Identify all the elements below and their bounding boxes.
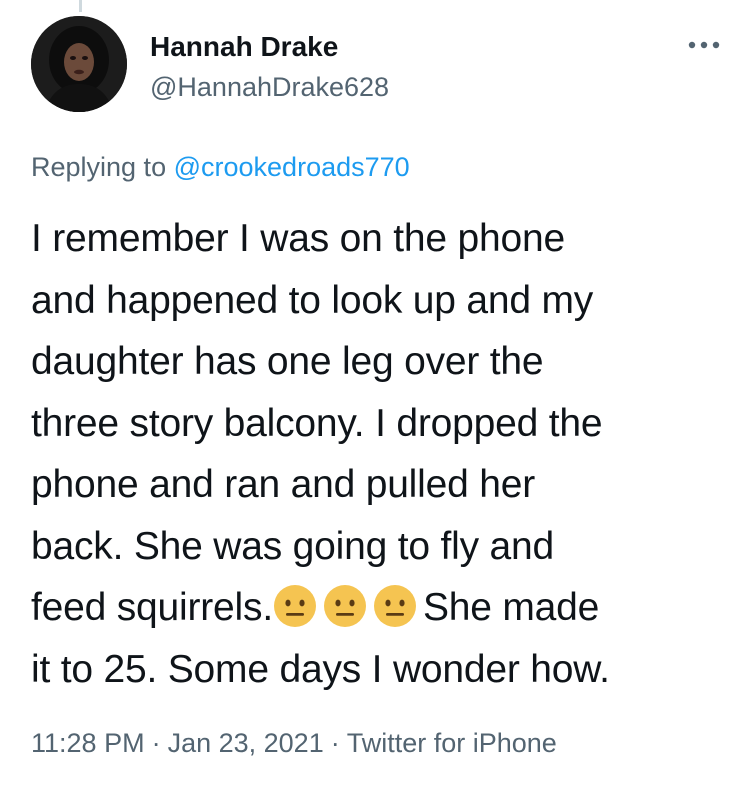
tweet-line: phone and ran and pulled her [31, 463, 535, 506]
author-handle[interactable]: @HannahDrake628 [150, 70, 389, 104]
tweet-line: three story balcony. I dropped the [31, 401, 603, 445]
replying-to-label: Replying to [31, 152, 167, 182]
profile-photo-icon [31, 16, 127, 112]
replying-to: Replying to @crookedroads770 [31, 150, 410, 184]
author-avatar[interactable] [31, 16, 127, 112]
tweet-line: and happened to look up and my [31, 278, 594, 322]
tweet-line-part: feed squirrels. [31, 586, 273, 629]
tweet-line-with-emoji: feed squirrels. She made [31, 577, 731, 639]
tweet-date[interactable]: Jan 23, 2021 [168, 728, 324, 758]
thread-connector-line [79, 0, 82, 12]
tweet-line: it to 25. Some days I wonder how. [31, 647, 610, 691]
tweet-line: daughter has one leg over the [31, 340, 544, 383]
tweet-line: back. She was going to fly and [31, 524, 554, 568]
meta-separator: · [330, 728, 340, 758]
tweet-line: I remember I was on the phone [31, 217, 565, 260]
tweet-card: Hannah Drake @HannahDrake628 Replying to… [0, 0, 750, 792]
tweet-time[interactable]: 11:28 PM [31, 728, 145, 758]
tweet-source[interactable]: Twitter for iPhone [347, 728, 557, 758]
neutral-face-emoji-icon [323, 584, 367, 628]
neutral-face-emoji-icon [373, 584, 417, 628]
author-name[interactable]: Hannah Drake [150, 30, 338, 64]
neutral-face-emoji-icon [273, 584, 317, 628]
tweet-text: I remember I was on the phone and happen… [31, 208, 731, 700]
meta-separator: · [151, 728, 161, 758]
tweet-metadata: 11:28 PM · Jan 23, 2021 · Twitter for iPhone [31, 726, 557, 760]
more-options-button[interactable] [684, 30, 724, 60]
more-horizontal-icon [688, 41, 720, 49]
tweet-line-part: She made [422, 586, 600, 629]
reply-mention-link[interactable]: @crookedroads770 [174, 152, 410, 182]
